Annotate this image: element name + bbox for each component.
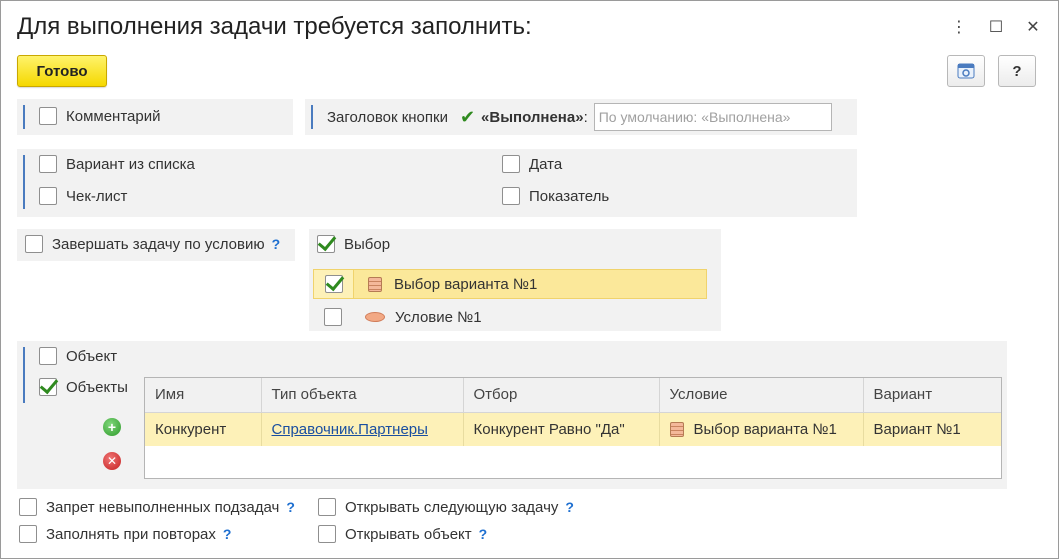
choice-checkbox[interactable] (317, 235, 335, 253)
open-next-task-help[interactable]: ? (565, 499, 574, 515)
maximize-icon[interactable]: ☐ (984, 15, 1008, 39)
checklist-checkbox[interactable] (39, 187, 57, 205)
column-header-type[interactable]: Тип объекта (261, 378, 464, 413)
comment-checkbox[interactable] (39, 107, 57, 125)
complete-by-condition-help[interactable]: ? (272, 236, 281, 252)
open-next-task-checkbox[interactable] (318, 498, 336, 516)
close-icon[interactable]: ✕ (1021, 15, 1045, 39)
fill-on-repeat-label: Заполнять при повторах (46, 525, 216, 543)
indicator-label: Показатель (529, 187, 610, 205)
more-menu-icon[interactable]: ⋮ (947, 15, 971, 39)
choice-item-checkbox[interactable] (324, 308, 342, 326)
complete-by-condition-panel: Завершать задачу по условию ? (17, 229, 295, 261)
fill-on-repeat-help[interactable]: ? (223, 526, 232, 542)
variant-list-checkbox[interactable] (39, 155, 57, 173)
objects-checkbox[interactable] (39, 378, 57, 396)
table-header-row: Имя Тип объекта Отбор Условие Вариант (145, 378, 1001, 413)
open-object-checkbox[interactable] (318, 525, 336, 543)
open-object-label: Открывать объект (345, 525, 472, 543)
forbid-unfinished-label: Запрет невыполненных подзадач (46, 498, 280, 516)
complete-by-condition-checkbox[interactable] (25, 235, 43, 253)
column-header-filter[interactable]: Отбор (463, 378, 660, 413)
choice-item-row[interactable]: Выбор варианта №1 (313, 269, 707, 299)
indicator-checkbox[interactable] (502, 187, 520, 205)
column-header-condition[interactable]: Условие (659, 378, 864, 413)
choice-item-label: Выбор варианта №1 (394, 275, 538, 293)
choice-item-checkbox[interactable] (324, 275, 343, 293)
date-checkbox[interactable] (502, 155, 520, 173)
cell-type[interactable]: Справочник.Партнеры (261, 412, 464, 446)
checkmark-icon: ✔ (459, 107, 476, 127)
group-bar (23, 105, 25, 129)
objects-label: Объекты (66, 378, 128, 396)
group-bar (23, 347, 25, 403)
fill-on-repeat-checkbox[interactable] (19, 525, 37, 543)
column-header-variant[interactable]: Вариант (863, 378, 1001, 413)
object-checkbox[interactable] (39, 347, 57, 365)
column-header-name[interactable]: Имя (145, 378, 262, 413)
choice-item-row[interactable]: Условие №1 (313, 302, 707, 332)
comment-panel: Комментарий (17, 99, 293, 135)
open-object-help[interactable]: ? (479, 526, 488, 542)
choice-label: Выбор (344, 235, 391, 253)
button-caption-input[interactable]: По умолчанию: «Выполнена» (593, 103, 832, 131)
checklist-label: Чек-лист (66, 187, 128, 205)
date-label: Дата (529, 155, 563, 173)
oval-icon (365, 312, 385, 322)
variant-list-label: Вариант из списка (66, 155, 195, 173)
add-row-icon[interactable]: + (103, 418, 121, 436)
group-bar (311, 105, 313, 129)
condition-icon (368, 276, 382, 292)
choice-item-label: Условие №1 (395, 308, 482, 326)
settings-button[interactable] (947, 55, 985, 87)
fields-panel: Вариант из списка Чек-лист Дата Показате… (17, 149, 857, 217)
complete-by-condition-label: Завершать задачу по условию (52, 235, 265, 253)
cell-condition-text: Выбор варианта №1 (693, 420, 837, 438)
group-bar (23, 155, 25, 209)
cell-name[interactable]: Конкурент (145, 412, 262, 446)
table-row[interactable]: Конкурент Справочник.Партнеры Конкурент … (145, 412, 1001, 446)
comment-label: Комментарий (66, 107, 161, 125)
cell-condition[interactable]: Выбор варианта №1 (659, 412, 864, 446)
object-label: Объект (66, 347, 118, 365)
cell-variant[interactable]: Вариант №1 (863, 412, 1001, 446)
choice-panel: Выбор Выбор варианта №1 Условие №1 (309, 229, 721, 331)
task-fill-dialog: Для выполнения задачи требуется заполнит… (0, 0, 1059, 559)
button-caption-colon: : (583, 108, 588, 126)
button-caption-label: Заголовок кнопки (327, 108, 448, 126)
delete-row-icon[interactable]: ✕ (103, 452, 121, 470)
forbid-unfinished-checkbox[interactable] (19, 498, 37, 516)
objects-table[interactable]: Имя Тип объекта Отбор Условие Вариант Ко… (144, 377, 1002, 479)
open-next-task-label: Открывать следующую задачу (345, 498, 559, 516)
object-type-link[interactable]: Справочник.Партнеры (272, 421, 428, 438)
button-caption-value: «Выполнена» (481, 108, 584, 126)
objects-panel: Объект Объекты + ✕ Имя Тип объекта Отбор… (17, 341, 1007, 489)
condition-icon (669, 421, 684, 437)
dialog-title: Для выполнения задачи требуется заполнит… (17, 13, 532, 40)
cell-filter[interactable]: Конкурент Равно "Да" (463, 412, 660, 446)
forbid-unfinished-help[interactable]: ? (286, 499, 295, 515)
form-settings-icon (957, 63, 975, 79)
help-button[interactable]: ? (998, 55, 1036, 87)
done-button[interactable]: Готово (17, 55, 107, 87)
button-caption-panel: Заголовок кнопки ✔ «Выполнена» : По умол… (305, 99, 857, 135)
